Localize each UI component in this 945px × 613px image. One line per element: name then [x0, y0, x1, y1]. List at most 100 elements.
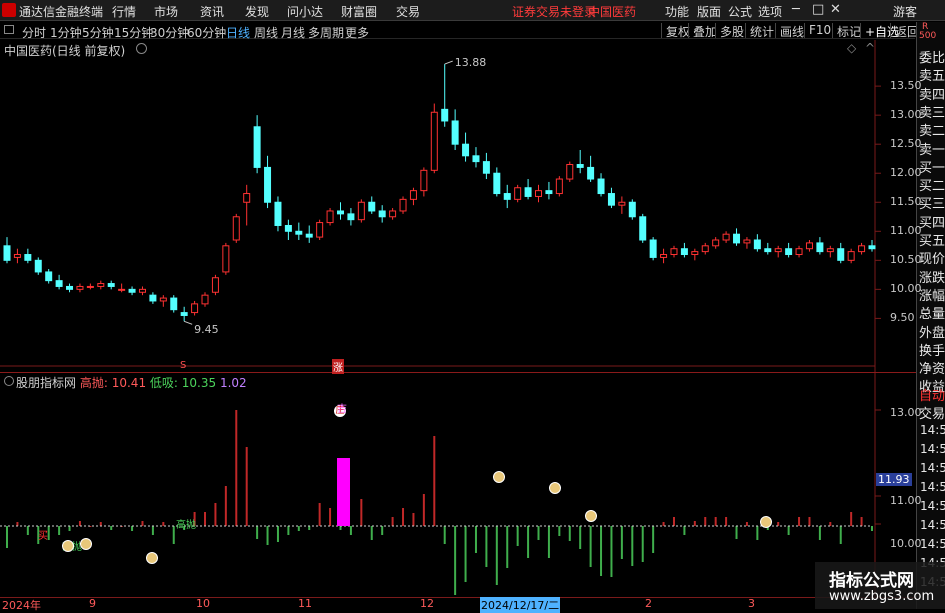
menu-shichang[interactable]: 市场	[154, 3, 178, 20]
candle-body	[336, 210, 344, 215]
btn-f10[interactable]: F10	[804, 23, 831, 38]
indicator-bar	[297, 526, 300, 531]
candle-body	[774, 248, 782, 253]
menu-jiaoyi[interactable]: 交易	[396, 3, 420, 20]
minimize-button[interactable]: ─	[792, 2, 800, 17]
guest-label[interactable]: 游客	[893, 3, 917, 20]
login-warning[interactable]: 证券交易未登录	[512, 3, 596, 20]
menu-wenxiaoda[interactable]: 问小达	[287, 3, 323, 20]
indicator-bar	[474, 526, 477, 553]
menu-bar: 通达信金融终端 行情 市场 资讯 发现 问小达 财富圈 交易 证券交易未登录 中…	[0, 0, 945, 21]
btn-fuquan[interactable]: 复权	[661, 23, 690, 39]
maximize-button[interactable]: □	[812, 2, 824, 17]
candle-body	[86, 285, 94, 288]
indicator-bar	[339, 526, 342, 530]
indicator-bar	[850, 512, 853, 526]
indicator-bar	[443, 526, 446, 544]
candle-body	[191, 303, 199, 314]
indicator-bar	[495, 526, 498, 585]
moneybag-icon	[549, 482, 561, 494]
r-number: 500	[919, 31, 937, 41]
indicator-bar	[600, 526, 603, 576]
price-axis-label: 12.50	[890, 137, 922, 151]
candle-body	[211, 277, 219, 293]
date-label: 10	[196, 597, 210, 610]
btn-fanhui[interactable]: 返回	[890, 23, 919, 39]
menu-gongshi[interactable]: 公式	[728, 3, 752, 20]
toggle-panel-icon[interactable]	[4, 25, 14, 34]
candle-body	[274, 201, 282, 226]
candle-body	[462, 143, 470, 157]
date-label: 3	[748, 597, 755, 610]
watermark-url: www.zbgs3.com	[829, 589, 935, 604]
candle-body	[482, 161, 490, 174]
candle-body	[45, 271, 53, 282]
indicator-bar	[798, 517, 801, 526]
candle-body	[357, 201, 365, 221]
btn-biaoji[interactable]: 标记	[832, 23, 861, 39]
indicator-bar	[99, 522, 102, 526]
candle-body	[722, 233, 730, 241]
sidebar-row-label: 卖四	[919, 87, 945, 103]
period-15min[interactable]: 15分钟	[114, 24, 153, 41]
indicator-bar	[276, 526, 279, 542]
candle-body	[701, 245, 709, 253]
indicator-bar	[16, 522, 19, 526]
period-more[interactable]: 更多	[345, 24, 369, 41]
period-5min[interactable]: 5分钟	[82, 24, 114, 41]
menu-caifuquan[interactable]: 财富圈	[341, 3, 377, 20]
period-monthly[interactable]: 月线	[281, 24, 305, 41]
period-60min[interactable]: 60分钟	[187, 24, 226, 41]
candle-body	[264, 166, 272, 203]
menu-faxian[interactable]: 发现	[245, 3, 269, 20]
candle-body	[389, 210, 397, 218]
candle-body	[733, 233, 741, 244]
candle-body	[649, 239, 657, 258]
candle-body	[118, 288, 126, 291]
candle-body	[587, 166, 595, 180]
indicator-bar	[204, 512, 207, 526]
period-multi[interactable]: 多周期	[308, 24, 344, 41]
moneybag-icon	[493, 471, 505, 483]
btn-diejia[interactable]: 叠加	[688, 23, 717, 39]
moneybag-icon	[585, 510, 597, 522]
indicator-bar	[412, 513, 415, 526]
indicator-bar	[871, 526, 873, 531]
menu-gongneng[interactable]: 功能	[665, 3, 689, 20]
period-daily[interactable]: 日线	[226, 24, 250, 41]
period-1min[interactable]: 1分钟	[50, 24, 82, 41]
candle-body	[284, 224, 292, 232]
indicator-bar	[589, 526, 592, 567]
btn-duogu[interactable]: 多股	[715, 23, 744, 39]
candle-body	[472, 155, 480, 163]
candle-body	[24, 254, 32, 261]
menu-banmian[interactable]: 版面	[697, 3, 721, 20]
candle-body	[232, 216, 240, 241]
close-button[interactable]: ✕	[830, 2, 841, 17]
btn-tongji[interactable]: 统计	[745, 23, 774, 39]
indicator-bar	[256, 526, 259, 539]
candle-body	[795, 248, 803, 256]
price-axis-label: 12.00	[890, 166, 922, 180]
indicator-bar	[745, 522, 748, 526]
period-weekly[interactable]: 周线	[254, 24, 278, 41]
menu-zixun[interactable]: 资讯	[200, 3, 224, 20]
indicator-bar	[308, 526, 311, 530]
indicator-bar	[318, 503, 321, 526]
sidebar-row-label: 净资	[919, 362, 945, 378]
indicator-bar	[245, 447, 248, 526]
candle-body	[785, 248, 793, 256]
period-fenshi[interactable]: 分时	[22, 24, 46, 41]
menu-xuanxiang[interactable]: 选项	[758, 3, 782, 20]
menu-hangqing[interactable]: 行情	[112, 3, 136, 20]
sidebar-row-label: 总量	[919, 307, 945, 323]
period-30min[interactable]: 30分钟	[150, 24, 189, 41]
sidebar-trade: 交易	[919, 407, 945, 422]
indicator-bar	[151, 526, 154, 535]
btn-huaxian[interactable]: 画线	[775, 23, 804, 39]
candle-body	[66, 285, 74, 290]
candle-body	[107, 283, 115, 287]
sidebar-row-label: 买三	[919, 197, 945, 213]
candle-body	[34, 259, 42, 273]
candle-body	[159, 297, 167, 302]
